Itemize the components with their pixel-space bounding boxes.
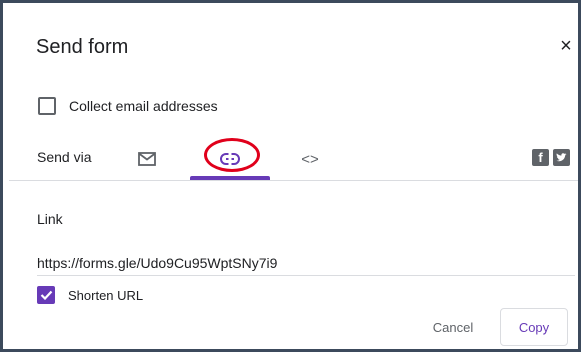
close-icon[interactable]: × — [555, 35, 577, 57]
collect-email-option[interactable]: Collect email addresses — [38, 97, 218, 115]
collect-email-label: Collect email addresses — [69, 98, 218, 114]
tab-email[interactable] — [130, 139, 164, 179]
shorten-url-option[interactable]: Shorten URL — [37, 286, 143, 304]
tab-link[interactable] — [190, 139, 270, 179]
twitter-bird-shape — [556, 153, 567, 162]
cancel-button[interactable]: Cancel — [421, 308, 485, 346]
send-via-label: Send via — [37, 149, 92, 165]
form-url-field[interactable] — [37, 250, 575, 276]
shorten-url-label: Shorten URL — [68, 287, 144, 303]
collect-email-checkbox[interactable] — [38, 97, 56, 115]
copy-button[interactable]: Copy — [500, 308, 568, 346]
send-form-dialog: Send form × Collect email addresses Send… — [0, 0, 581, 352]
dialog-title: Send form — [36, 36, 129, 58]
twitter-icon[interactable] — [553, 149, 570, 166]
mail-icon — [138, 152, 156, 166]
link-icon — [220, 153, 240, 165]
link-heading: Link — [37, 211, 63, 227]
embed-icon: <> — [301, 150, 319, 168]
tab-embed[interactable]: <> — [293, 139, 327, 179]
tabs-divider — [9, 180, 578, 181]
checkmark-icon — [40, 290, 52, 300]
facebook-icon[interactable]: f — [532, 149, 549, 166]
shorten-url-checkbox[interactable] — [37, 286, 55, 304]
